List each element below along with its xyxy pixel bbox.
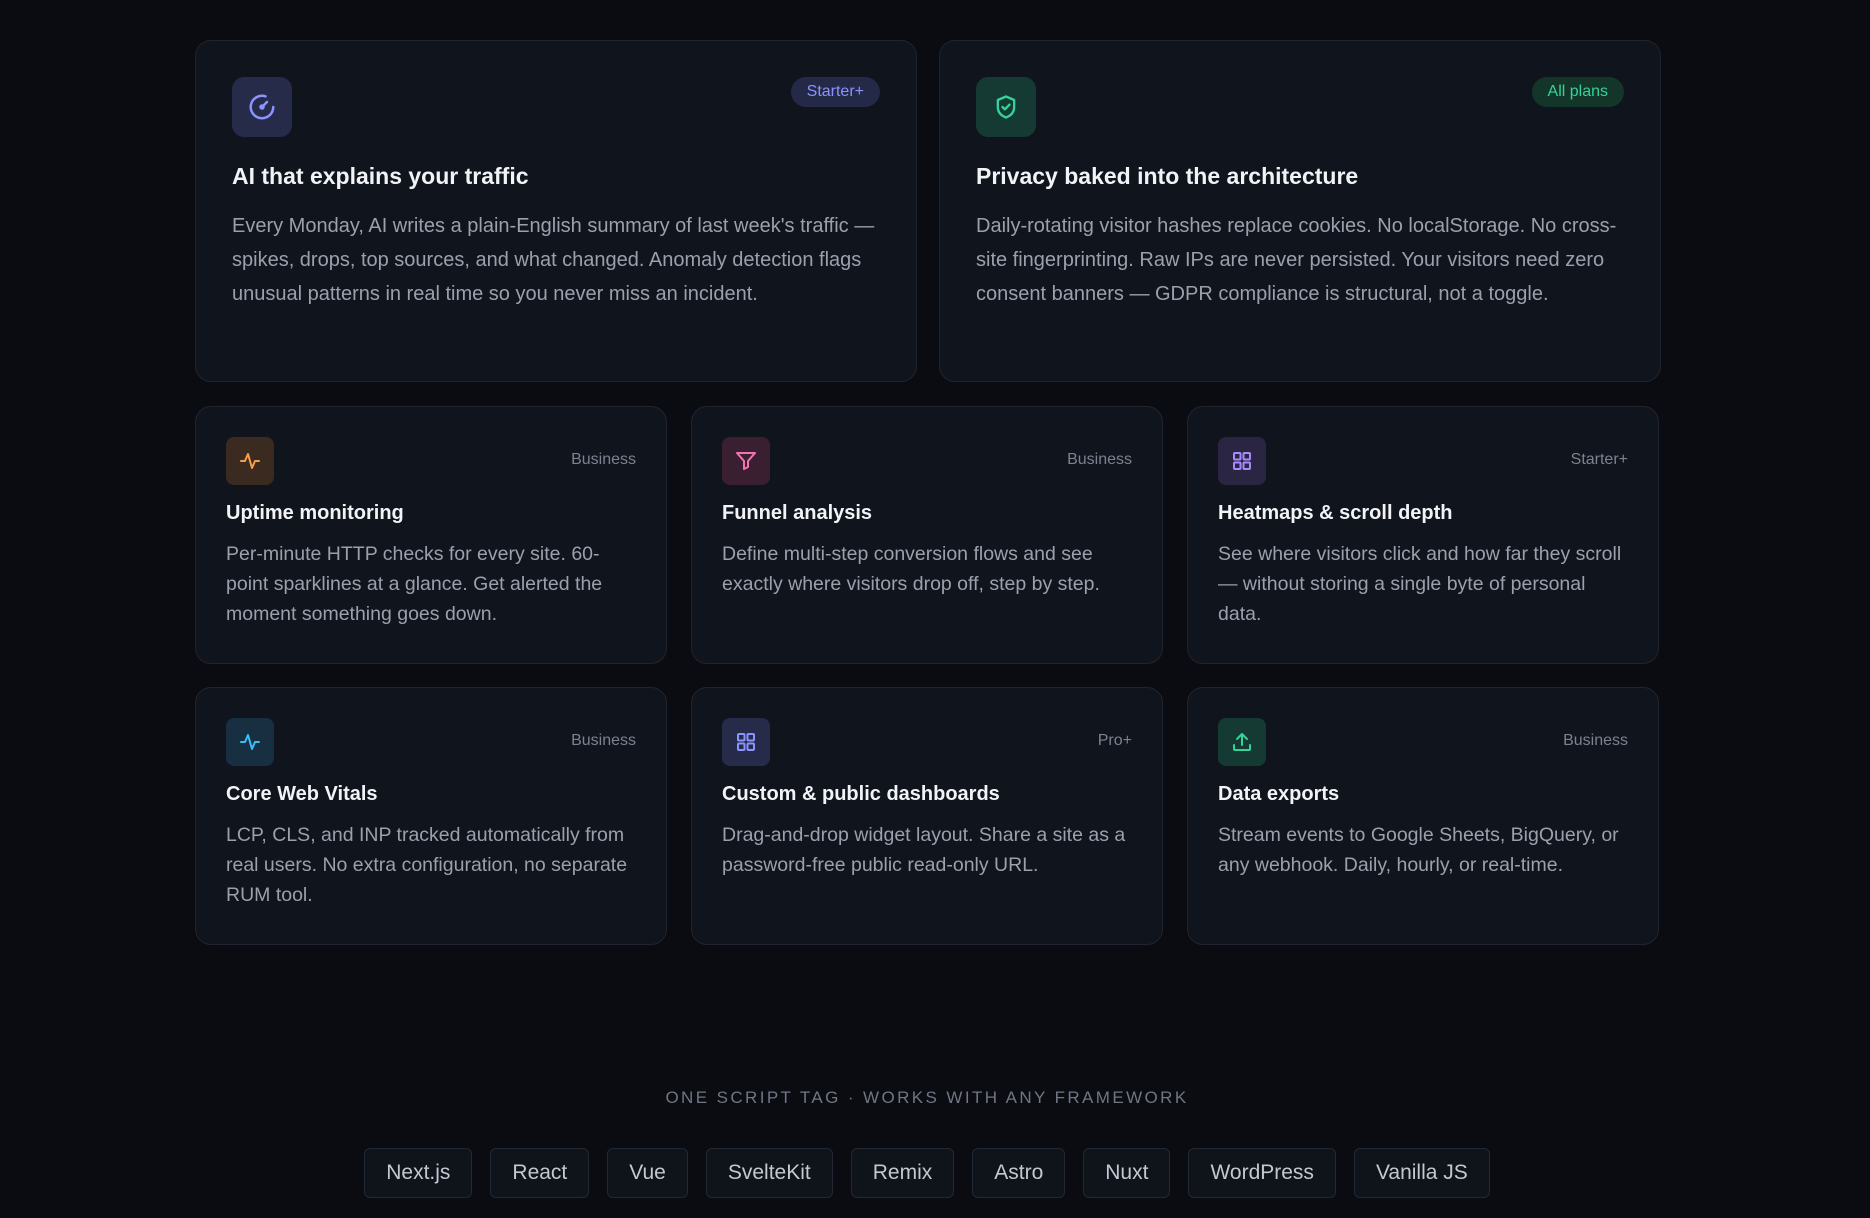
gauge-icon: [232, 77, 292, 137]
feature-title: Core Web Vitals: [226, 783, 378, 805]
feature-description: Stream events to Google Sheets, BigQuery…: [1218, 824, 1619, 876]
feature-description: Every Monday, AI writes a plain-English …: [232, 214, 875, 305]
frameworks-list: Next.js React Vue SvelteKit Remix Astro …: [0, 1148, 1854, 1198]
plan-badge: Starter+: [790, 77, 880, 107]
activity-icon: [226, 718, 274, 766]
feature-card-uptime: Business Uptime monitoring Per-minute HT…: [195, 406, 667, 664]
plan-badge: Business: [1067, 451, 1132, 468]
framework-chip-react[interactable]: React: [490, 1148, 590, 1198]
feature-title: Funnel analysis: [722, 502, 873, 524]
feature-description: Define multi-step conversion flows and s…: [722, 543, 1100, 595]
feature-description: Per-minute HTTP checks for every site. 6…: [226, 543, 603, 625]
framework-chip-nuxt[interactable]: Nuxt: [1083, 1148, 1171, 1198]
framework-chip-remix[interactable]: Remix: [850, 1148, 955, 1198]
framework-chip-nextjs[interactable]: Next.js: [364, 1148, 473, 1198]
feature-description: LCP, CLS, and INP tracked automatically …: [226, 824, 628, 906]
frameworks-heading: ONE SCRIPT TAG · WORKS WITH ANY FRAMEWOR…: [665, 1088, 1189, 1107]
framework-chip-vanillajs[interactable]: Vanilla JS: [1353, 1148, 1490, 1198]
feature-title: Data exports: [1218, 783, 1340, 805]
feature-title: Custom & public dashboards: [722, 783, 1000, 805]
activity-icon: [226, 437, 274, 485]
plan-badge: Business: [1563, 732, 1628, 749]
plan-badge: All plans: [1531, 77, 1624, 107]
feature-card-web-vitals: Business Core Web Vitals LCP, CLS, and I…: [195, 687, 667, 945]
framework-chip-astro[interactable]: Astro: [972, 1148, 1066, 1198]
framework-chip-vue[interactable]: Vue: [607, 1148, 688, 1198]
features-page: Starter+ AI that explains your traffic E…: [0, 0, 1870, 1218]
plan-badge: Business: [571, 732, 636, 749]
feature-card-ai-traffic: Starter+ AI that explains your traffic E…: [195, 40, 917, 382]
plan-badge: Pro+: [1097, 732, 1132, 749]
framework-chip-sveltekit[interactable]: SvelteKit: [705, 1148, 833, 1198]
feature-title: Uptime monitoring: [226, 502, 404, 524]
feature-card-heatmaps: Starter+ Heatmaps & scroll depth See whe…: [1187, 406, 1659, 664]
feature-card-funnel: Business Funnel analysis Define multi-st…: [691, 406, 1163, 664]
funnel-icon: [722, 437, 770, 485]
shield-check-icon: [976, 77, 1036, 137]
plan-badge: Business: [571, 451, 636, 468]
feature-title: Privacy baked into the architecture: [976, 163, 1359, 189]
feature-card-exports: Business Data exports Stream events to G…: [1187, 687, 1659, 945]
grid-icon: [1218, 437, 1266, 485]
feature-card-privacy: All plans Privacy baked into the archite…: [939, 40, 1661, 382]
feature-card-dashboards: Pro+ Custom & public dashboards Drag-and…: [691, 687, 1163, 945]
feature-title: AI that explains your traffic: [232, 163, 529, 189]
feature-title: Heatmaps & scroll depth: [1218, 502, 1453, 524]
feature-description: Drag-and-drop widget layout. Share a sit…: [722, 824, 1126, 876]
feature-description: Daily-rotating visitor hashes replace co…: [976, 214, 1617, 305]
upload-icon: [1218, 718, 1266, 766]
plan-badge: Starter+: [1570, 451, 1628, 468]
feature-description: See where visitors click and how far the…: [1218, 543, 1622, 625]
grid-icon: [722, 718, 770, 766]
framework-chip-wordpress[interactable]: WordPress: [1188, 1148, 1336, 1198]
